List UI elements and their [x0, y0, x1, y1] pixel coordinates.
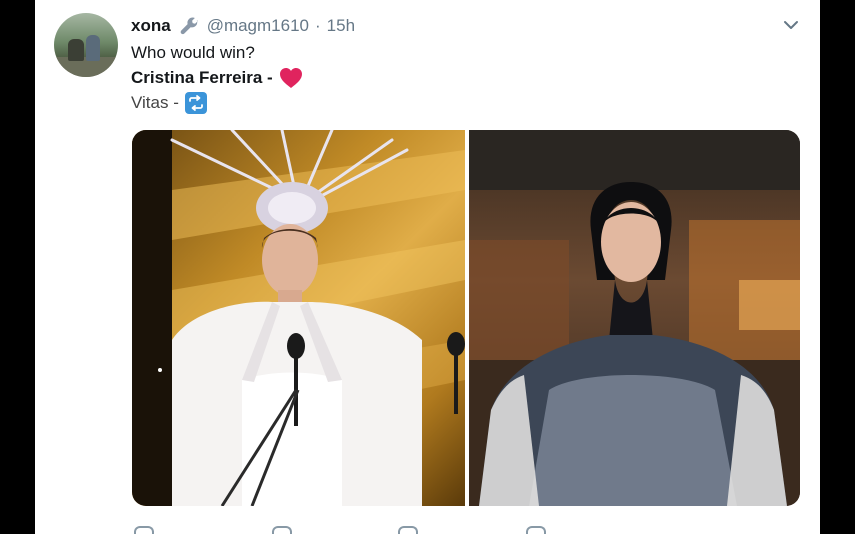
chevron-down-icon[interactable] — [782, 16, 800, 34]
tweet-timestamp[interactable]: 15h — [327, 16, 355, 36]
wrench-icon — [180, 17, 198, 35]
tweet-text-line: Who would win? — [131, 42, 255, 64]
photo-cristina-illustration — [132, 130, 465, 506]
option-cristina-label: Cristina Ferreira - — [131, 68, 273, 87]
tweet-media[interactable] — [132, 130, 800, 506]
photo-vitas[interactable] — [469, 130, 800, 506]
display-name[interactable]: xona — [131, 16, 171, 36]
tweet-card[interactable]: xona @magm1610 · 15h Who would win? Cris… — [35, 0, 820, 534]
reply-icon[interactable] — [134, 526, 154, 534]
tweet-option-line: Vitas - — [131, 91, 207, 115]
avatar[interactable] — [54, 13, 118, 77]
red-heart-icon — [279, 68, 302, 88]
tweet-header: xona @magm1610 · 15h — [131, 14, 355, 38]
tweet-action-bar — [132, 524, 692, 534]
retweet-icon[interactable] — [272, 526, 292, 534]
option-vitas-label: Vitas - — [131, 93, 179, 112]
tweet-option-line: Cristina Ferreira - — [131, 66, 303, 90]
share-icon[interactable] — [526, 526, 546, 534]
repeat-button-icon — [184, 92, 207, 114]
left-black-border — [0, 0, 35, 534]
avatar-figure — [68, 39, 84, 61]
user-handle[interactable]: @magm1610 — [207, 16, 309, 36]
photo-cristina[interactable] — [132, 130, 465, 506]
tweet-question: Who would win? — [131, 43, 255, 62]
like-icon[interactable] — [398, 526, 418, 534]
right-black-border — [820, 0, 855, 534]
avatar-figure — [86, 35, 100, 61]
separator-dot: · — [315, 16, 321, 35]
photo-vitas-illustration — [469, 130, 800, 506]
